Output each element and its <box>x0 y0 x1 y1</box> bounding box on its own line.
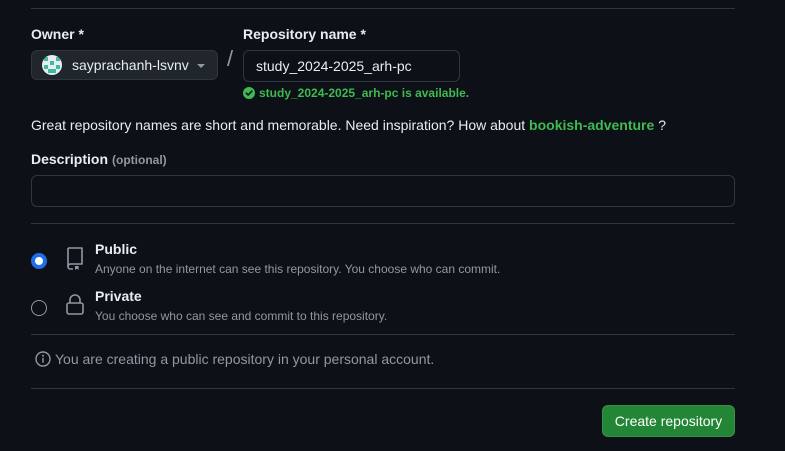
public-title: Public <box>95 241 138 257</box>
visibility-notice: You are creating a public repository in … <box>35 351 434 367</box>
private-radio[interactable] <box>31 300 47 316</box>
description-label: Description (optional) <box>31 151 167 167</box>
repo-icon <box>67 247 83 270</box>
suggested-name-link[interactable]: bookish-adventure <box>529 117 654 133</box>
name-suggestion-hint: Great repository names are short and mem… <box>31 117 666 133</box>
top-divider <box>31 8 735 9</box>
availability-message: study_2024-2025_arh-pc is available. <box>243 86 469 100</box>
avatar <box>42 55 62 75</box>
hint-text: Great repository names are short and mem… <box>31 117 526 133</box>
public-description: Anyone on the internet can see this repo… <box>95 262 501 276</box>
owner-name: sayprachanh-lsvnv <box>72 57 189 73</box>
optional-tag: (optional) <box>112 153 167 167</box>
divider <box>31 334 735 335</box>
availability-text: study_2024-2025_arh-pc is available. <box>259 86 470 100</box>
private-description: You choose who can see and commit to thi… <box>95 309 388 323</box>
owner-select[interactable]: sayprachanh-lsvnv <box>31 50 218 80</box>
private-title: Private <box>95 288 142 304</box>
repository-name-label: Repository name * <box>243 26 366 42</box>
public-radio[interactable] <box>31 253 47 269</box>
notice-text: You are creating a public repository in … <box>55 351 435 367</box>
repository-name-input[interactable] <box>243 50 460 82</box>
divider <box>31 223 735 224</box>
hint-end: ? <box>658 117 666 133</box>
lock-icon <box>66 294 84 315</box>
divider <box>31 388 735 389</box>
owner-label: Owner * <box>31 26 84 42</box>
info-icon <box>35 351 51 367</box>
description-label-text: Description <box>31 151 109 167</box>
check-circle-icon <box>243 87 255 99</box>
description-input[interactable] <box>31 175 735 207</box>
owner-repo-separator: / <box>227 46 234 71</box>
create-repository-button[interactable]: Create repository <box>602 405 735 437</box>
new-repository-form: Owner * sayprachanh-lsvnv / Repository n… <box>0 0 785 451</box>
chevron-down-icon <box>197 64 205 68</box>
